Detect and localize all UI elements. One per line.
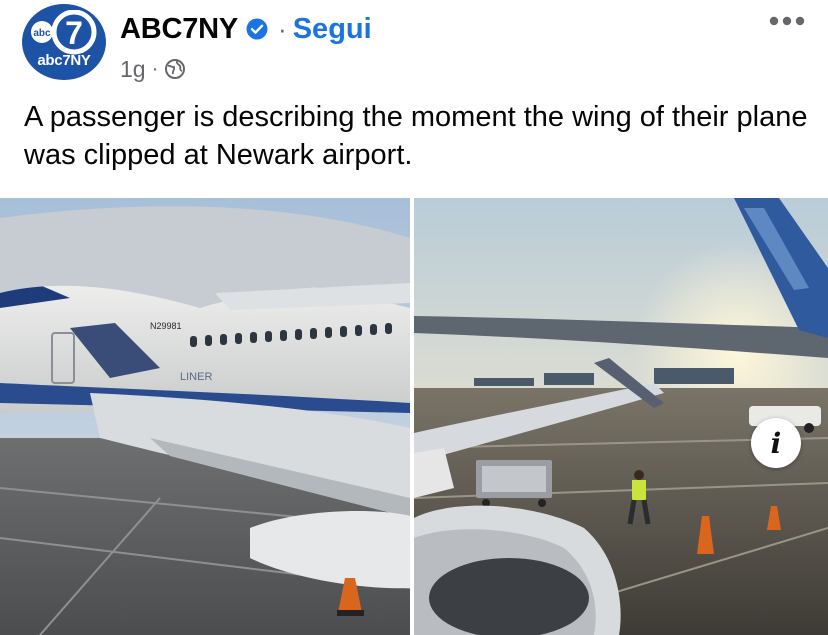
post-caption: A passenger is describing the moment the…: [24, 101, 808, 171]
info-icon: i: [770, 426, 782, 460]
right-photo[interactable]: [414, 198, 828, 635]
follow-separator: ·: [278, 13, 287, 44]
svg-text:abc: abc: [33, 28, 51, 39]
follow-button[interactable]: Segui: [293, 13, 372, 46]
left-photo[interactable]: N29981 LINER: [0, 198, 410, 635]
page-name[interactable]: ABC7NY: [120, 13, 238, 46]
info-button[interactable]: i: [751, 418, 801, 468]
svg-text:N29981: N29981: [150, 321, 182, 331]
right-photo-image: [414, 198, 828, 635]
post-timestamp[interactable]: 1g: [120, 56, 146, 83]
svg-text:LINER: LINER: [180, 371, 212, 383]
left-photo-image: N29981 LINER: [0, 198, 410, 635]
avatar[interactable]: abc 7 abc7NY: [22, 4, 106, 80]
globe-icon: [165, 59, 186, 79]
meta-separator: ·: [151, 57, 159, 80]
verified-badge-icon: [246, 18, 268, 40]
avatar-label: abc7NY: [37, 52, 91, 69]
svg-text:7: 7: [65, 15, 83, 51]
post-meta: 1g ·: [120, 54, 186, 84]
post-header: abc 7 abc7NY ABC7NY · Segui 1g ·: [0, 0, 828, 90]
photo-grid: N29981 LINER i: [0, 198, 828, 635]
more-options-icon[interactable]: [764, 6, 810, 36]
author-row: ABC7NY · Segui: [120, 10, 372, 48]
